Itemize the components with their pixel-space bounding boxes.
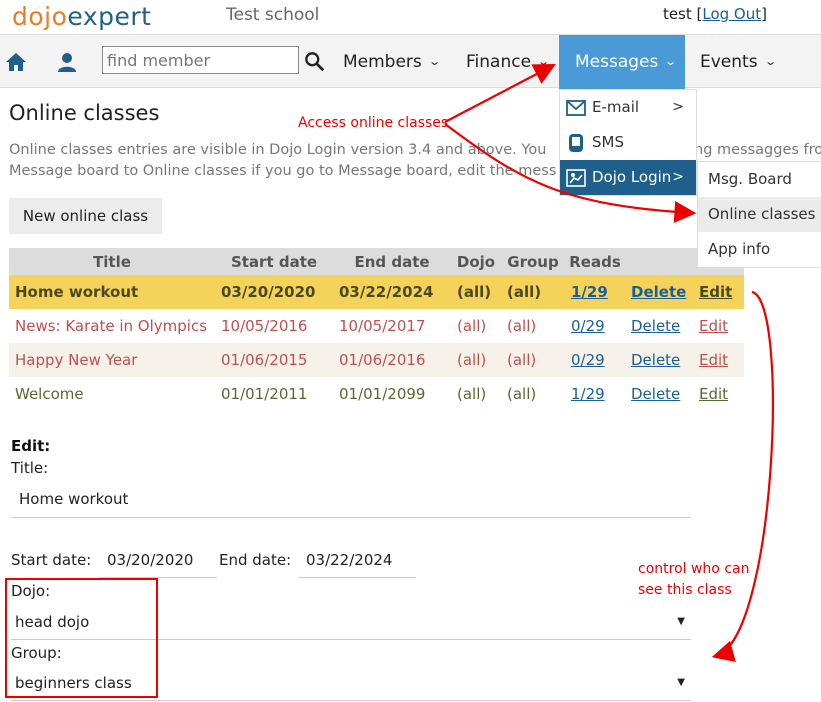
username: test: [662, 5, 692, 23]
submenu-app-info[interactable]: App info: [698, 232, 821, 267]
edit-link[interactable]: Edit: [699, 351, 728, 369]
reads-link[interactable]: 0/29: [571, 317, 605, 335]
nav-events[interactable]: Events ⌄: [700, 35, 777, 89]
row-title: Home workout: [9, 275, 215, 309]
chevron-down-icon: ⌄: [427, 55, 441, 68]
submenu-online-classes[interactable]: Online classes: [698, 197, 821, 232]
logout-link[interactable]: Log Out: [702, 5, 761, 23]
page-description-tail: ng messagges fro: [694, 142, 821, 158]
delete-link[interactable]: Delete: [631, 317, 680, 335]
menu-item-dojo-login[interactable]: Dojo Login >: [560, 160, 696, 195]
row-dojo: (all): [451, 309, 501, 343]
app-logo[interactable]: dojoexpert: [12, 2, 151, 31]
row-end: 10/05/2017: [333, 309, 451, 343]
end-date-input[interactable]: 03/22/2024: [298, 542, 416, 578]
row-start: 01/06/2015: [215, 343, 333, 377]
menu-item-email[interactable]: E-mail >: [560, 90, 696, 125]
login-icon: [566, 169, 586, 187]
row-group: (all): [501, 377, 565, 411]
row-start: 03/20/2020: [215, 275, 333, 309]
row-end: 03/22/2024: [333, 275, 451, 309]
col-start-date[interactable]: Start date: [215, 248, 333, 275]
col-dojo[interactable]: Dojo: [451, 248, 501, 275]
annotation-access: Access online classes: [298, 115, 449, 131]
table-row[interactable]: News: Karate in Olympics 10/05/2016 10/0…: [9, 309, 744, 343]
annotation-control: control who can see this class: [638, 561, 750, 598]
row-end: 01/06/2016: [333, 343, 451, 377]
table-row[interactable]: Home workout 03/20/2020 03/22/2024 (all)…: [9, 275, 744, 309]
row-start: 01/01/2011: [215, 377, 333, 411]
edit-link[interactable]: Edit: [699, 283, 732, 301]
start-date-input[interactable]: 03/20/2020: [99, 542, 217, 578]
search-icon[interactable]: [304, 51, 326, 73]
row-group: (all): [501, 343, 565, 377]
row-group: (all): [501, 309, 565, 343]
table-row[interactable]: Welcome 01/01/2011 01/01/2099 (all) (all…: [9, 377, 744, 411]
chevron-right-icon: >: [672, 99, 684, 115]
messages-dropdown: E-mail > SMS Dojo Login >: [559, 89, 697, 196]
edit-link[interactable]: Edit: [699, 385, 728, 403]
page-description: Online classes entries are visible in Do…: [9, 142, 557, 179]
menu-item-sms[interactable]: SMS: [560, 125, 696, 160]
col-group[interactable]: Group: [501, 248, 565, 275]
person-icon[interactable]: [55, 50, 79, 74]
annotation-highlight-box: [5, 578, 158, 698]
end-date-label: End date:: [219, 551, 292, 569]
caret-down-icon: ▼: [677, 616, 685, 627]
caret-down-icon: ▼: [677, 677, 685, 688]
title-label: Title:: [11, 459, 49, 477]
start-date-label: Start date:: [11, 551, 92, 569]
col-title[interactable]: Title: [9, 248, 215, 275]
dojo-login-submenu: Msg. Board Online classes App info: [697, 161, 821, 268]
row-title: News: Karate in Olympics: [9, 309, 215, 343]
row-group: (all): [501, 275, 565, 309]
table-row[interactable]: Happy New Year 01/06/2015 01/06/2016 (al…: [9, 343, 744, 377]
new-online-class-button[interactable]: New online class: [9, 198, 162, 234]
nav-members[interactable]: Members ⌄: [343, 35, 441, 89]
page-title: Online classes: [9, 101, 160, 125]
top-header: dojoexpert Test school test [Log Out]: [0, 0, 821, 34]
school-name: Test school: [226, 5, 320, 25]
nav-finance[interactable]: Finance ⌄: [466, 35, 551, 89]
edit-link[interactable]: Edit: [699, 317, 728, 335]
chevron-down-icon: ⌄: [664, 55, 678, 68]
home-icon[interactable]: [4, 50, 28, 74]
row-title: Welcome: [9, 377, 215, 411]
row-dojo: (all): [451, 343, 501, 377]
reads-link[interactable]: 1/29: [571, 385, 605, 403]
delete-link[interactable]: Delete: [631, 351, 680, 369]
row-dojo: (all): [451, 377, 501, 411]
chevron-down-icon: ⌄: [537, 55, 551, 68]
delete-link[interactable]: Delete: [631, 385, 680, 403]
table-header-row: Title Start date End date Dojo Group Rea…: [9, 248, 744, 275]
search-input[interactable]: [102, 46, 299, 74]
envelope-icon: [566, 100, 586, 116]
submenu-msg-board[interactable]: Msg. Board: [698, 162, 821, 197]
row-title: Happy New Year: [9, 343, 215, 377]
col-delete: [625, 248, 693, 275]
nav-messages[interactable]: Messages ⌄: [559, 35, 685, 89]
chevron-right-icon: >: [672, 169, 684, 185]
reads-link[interactable]: 1/29: [571, 283, 608, 301]
online-classes-table: Title Start date End date Dojo Group Rea…: [9, 248, 744, 411]
row-dojo: (all): [451, 275, 501, 309]
chevron-down-icon: ⌄: [763, 55, 777, 68]
main-navbar: Members⌄ Finance⌄ Messages⌄ Events⌄: [0, 34, 821, 89]
col-end-date[interactable]: End date: [333, 248, 451, 275]
user-info: test [Log Out]: [662, 5, 767, 23]
delete-link[interactable]: Delete: [631, 283, 686, 301]
title-input[interactable]: Home workout: [11, 480, 691, 518]
phone-icon: [569, 134, 583, 152]
row-start: 10/05/2016: [215, 309, 333, 343]
reads-link[interactable]: 0/29: [571, 351, 605, 369]
row-end: 01/01/2099: [333, 377, 451, 411]
col-reads[interactable]: Reads: [565, 248, 625, 275]
edit-heading: Edit:: [11, 437, 51, 455]
